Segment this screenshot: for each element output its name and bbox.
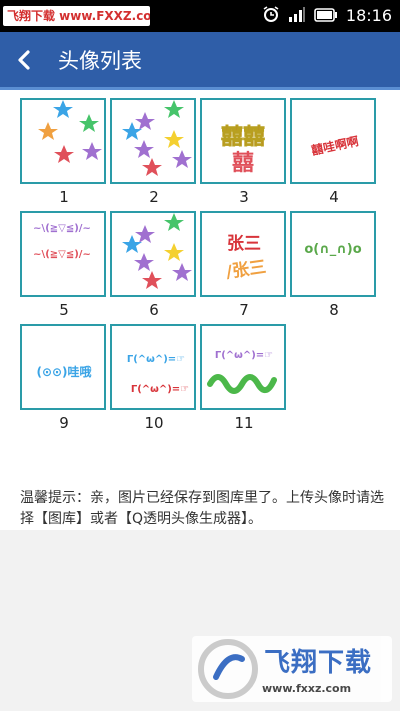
text-image: Γ(^ω^)=☞ [207, 350, 277, 394]
logo-icon [198, 639, 258, 699]
avatar-thumbnail[interactable] [20, 98, 106, 184]
thumbnail-text: 囍哇啊啊 [310, 133, 360, 158]
avatar-thumbnail[interactable] [110, 98, 196, 184]
item-number: 10 [144, 414, 164, 432]
wave-decoration [207, 374, 277, 394]
watermark-title: 飞翔下载 [264, 648, 373, 678]
avatar-item-10[interactable]: Γ(^ω^)=☞ Γ(^ω^)=☞ 10 [110, 324, 198, 435]
thumbnail-text: ~\(≧▽≦)/~ [33, 223, 91, 234]
avatar-thumbnail[interactable]: o(∩_∩)o [290, 211, 376, 297]
text-image: 囍囍 囍 [221, 124, 266, 176]
avatar-thumbnail[interactable]: ~\(≧▽≦)/~ ~\(≧▽≦)/~ [20, 211, 106, 297]
text-image: Γ(^ω^)=☞ Γ(^ω^)=☞ [127, 354, 189, 395]
avatar-item-4[interactable]: 囍哇啊啊 4 [290, 98, 378, 209]
avatar-thumbnail[interactable]: Γ(^ω^)=☞ Γ(^ω^)=☞ [110, 324, 196, 410]
thumbnail-text: Γ(^ω^)=☞ [127, 354, 185, 365]
stars-image [38, 100, 102, 163]
save-tip: 温馨提示：亲，图片已经保存到图库里了。上传头像时请选择【图库】或者【Q透明头像生… [20, 490, 384, 527]
item-number: 3 [239, 188, 249, 206]
item-number: 4 [329, 188, 339, 206]
thumbnail-text: (⊙⊙)哇哦 [36, 364, 91, 379]
avatar-item-7[interactable]: 张三 /张三 7 [200, 211, 288, 322]
text-image: ~\(≧▽≦)/~ ~\(≧▽≦)/~ [33, 223, 91, 260]
avatar-list: 1 2 囍囍 囍 3 囍哇啊啊 4 ~\(≧▽≦)/~ ~\(≧▽≦)/~ 5 … [0, 90, 400, 530]
item-number: 2 [149, 188, 159, 206]
avatar-thumbnail[interactable]: 囍囍 囍 [200, 98, 286, 184]
avatar-thumbnail[interactable]: 囍哇啊啊 [290, 98, 376, 184]
item-number: 7 [239, 301, 249, 319]
stars-image [122, 100, 192, 176]
text-image: (⊙⊙)哇哦 [36, 364, 91, 379]
text-image: 囍哇啊啊 [310, 133, 360, 158]
avatar-item-8[interactable]: o(∩_∩)o 8 [290, 211, 378, 322]
thumbnail-text-echo: ~\(≧▽≦)/~ [33, 249, 91, 260]
avatar-item-6[interactable]: 6 [110, 211, 198, 322]
clock: 18:16 [345, 6, 392, 25]
watermark-url: www.fxxz.com [262, 682, 352, 695]
avatar-item-2[interactable]: 2 [110, 98, 198, 209]
thumbnail-text: 囍囍 [221, 124, 265, 150]
item-number: 8 [329, 301, 339, 319]
status-bar: 飞翔下载 www.FXXZ.com 18:16 [0, 0, 400, 32]
avatar-item-1[interactable]: 1 [20, 98, 108, 209]
avatar-thumbnail[interactable] [110, 211, 196, 297]
back-button[interactable] [0, 32, 48, 88]
item-number: 1 [59, 188, 69, 206]
thumbnail-text: 张三 [227, 234, 261, 254]
thumbnail-text: o(∩_∩)o [304, 242, 361, 257]
avatar-thumbnail[interactable]: (⊙⊙)哇哦 [20, 324, 106, 410]
avatar-thumbnail[interactable]: Γ(^ω^)=☞ [200, 324, 286, 410]
site-watermark: 飞翔下载 www.fxxz.com [192, 636, 392, 702]
item-number: 11 [234, 414, 254, 432]
page-title: 头像列表 [58, 48, 142, 73]
avatar-item-5[interactable]: ~\(≧▽≦)/~ ~\(≧▽≦)/~ 5 [20, 211, 108, 322]
avatar-thumbnail[interactable]: 张三 /张三 [200, 211, 286, 297]
brand-watermark: 飞翔下载 www.FXXZ.com [3, 6, 150, 26]
avatar-item-3[interactable]: 囍囍 囍 3 [200, 98, 288, 209]
text-image: 张三 /张三 [225, 234, 268, 283]
chevron-left-icon [18, 49, 30, 70]
thumbnail-text-echo: /张三 [225, 257, 268, 282]
item-number: 6 [149, 301, 159, 319]
item-number: 5 [59, 301, 69, 319]
item-number: 9 [59, 414, 69, 432]
thumbnail-text-shadow: 囍 [232, 150, 254, 176]
stars-image [122, 213, 192, 289]
status-icons: 18:16 [262, 6, 392, 26]
signal-icon [288, 6, 306, 26]
alarm-icon [262, 5, 280, 27]
text-image: o(∩_∩)o [304, 242, 361, 257]
avatar-item-9[interactable]: (⊙⊙)哇哦 9 [20, 324, 108, 435]
app-bar: 头像列表 [0, 32, 400, 90]
thumbnail-text-echo: Γ(^ω^)=☞ [131, 384, 189, 395]
battery-icon [314, 7, 338, 26]
avatar-item-11[interactable]: Γ(^ω^)=☞ 11 [200, 324, 288, 435]
thumbnail-text: Γ(^ω^)=☞ [215, 350, 273, 361]
